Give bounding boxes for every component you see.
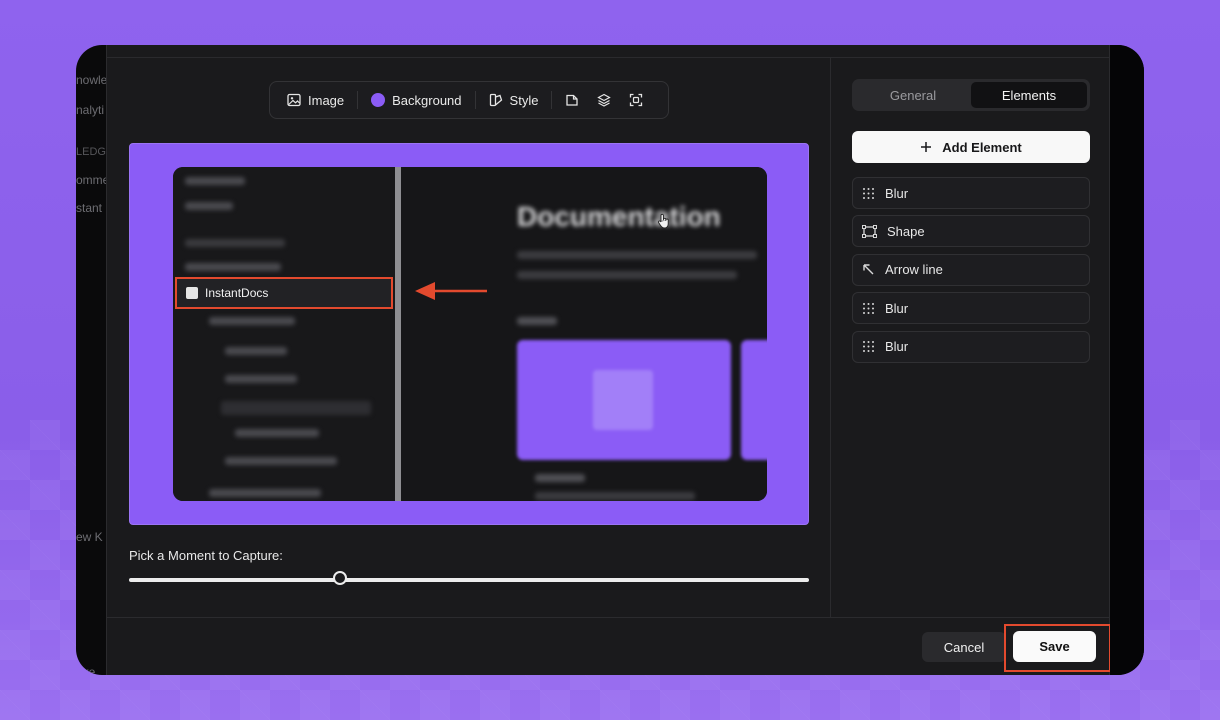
blurred-text [209, 317, 295, 325]
shape-icon [862, 224, 877, 238]
behind-text: omme [76, 173, 108, 187]
add-element-button[interactable]: Add Element [852, 131, 1090, 163]
list-item[interactable]: Shape [852, 215, 1090, 248]
screenshot-preview: InstantDocs Documentation [173, 167, 767, 501]
tab-elements[interactable]: Elements [971, 82, 1087, 108]
tab-general[interactable]: General [855, 82, 971, 108]
highlighted-item-label: InstantDocs [205, 286, 269, 300]
panel-tabs: General Elements [852, 79, 1090, 111]
editor-pane: Image Background Style InstantDocs Docum… [107, 57, 831, 617]
image-button-label: Image [308, 92, 345, 108]
blurred-text [209, 489, 321, 497]
behind-text: nowle [76, 73, 108, 87]
blur-grid-icon [863, 187, 874, 199]
toolbar-separator [551, 91, 553, 109]
element-label: Blur [885, 339, 909, 355]
background-button-label: Background [392, 92, 462, 108]
list-item[interactable]: Blur [852, 330, 1090, 363]
highlighted-sidebar-item: InstantDocs [175, 277, 393, 309]
blurred-text [185, 177, 245, 185]
blurred-text [225, 347, 287, 355]
blurred-text [235, 429, 319, 437]
editor-toolbar: Image Background Style [269, 81, 669, 119]
settings-panel: General Elements Add Element Blur Shape [831, 57, 1111, 617]
element-label: Arrow line [885, 262, 943, 278]
layers-icon [597, 93, 612, 107]
blurred-text [517, 317, 557, 325]
capture-slider-track[interactable] [129, 578, 809, 582]
screenshot-canvas[interactable]: InstantDocs Documentation [129, 143, 809, 525]
blurred-text [225, 457, 337, 465]
footer-divider [107, 617, 1109, 618]
style-button-label: Style [509, 92, 539, 108]
toolbar-separator [474, 91, 476, 109]
element-label: Shape [887, 223, 925, 239]
behind-text: Cre [76, 665, 96, 675]
hand-cursor-icon [658, 213, 669, 229]
capture-moment-label: Pick a Moment to Capture: [129, 548, 283, 563]
preview-doc-title: Documentation [517, 201, 721, 232]
blurred-text [535, 492, 695, 500]
image-button[interactable]: Image [280, 86, 351, 114]
capture-slider-thumb[interactable] [332, 571, 347, 585]
frame-button[interactable] [558, 86, 586, 114]
red-arrow-annotation [415, 282, 487, 300]
style-icon [489, 93, 502, 107]
behind-text: nalyti [76, 103, 105, 117]
focus-frame-icon [630, 93, 643, 107]
blur-grid-icon [863, 302, 874, 314]
elements-list: Blur Shape Arrow line Blur Blur [852, 177, 1090, 369]
behind-text: LEDG [76, 146, 106, 158]
layers-button[interactable] [590, 86, 618, 114]
blurred-text [185, 202, 233, 210]
doc-info-icon [186, 287, 198, 299]
preview-main: Documentation [401, 167, 767, 501]
preview-card [741, 340, 767, 460]
save-button[interactable]: Save [1013, 631, 1096, 662]
blurred-text [225, 375, 297, 383]
blur-grid-icon [863, 341, 874, 353]
arrow-line-icon [863, 264, 874, 275]
edit-screenshot-modal: Image Background Style InstantDocs Docum… [106, 45, 1111, 675]
blurred-text [221, 401, 371, 415]
file-icon [566, 94, 579, 106]
background-color-swatch-icon [371, 93, 386, 107]
blurred-text [185, 263, 281, 271]
background-app-sidebar: nowle nalyti LEDG omme stant ew K Cre [76, 45, 108, 675]
list-item[interactable]: Blur [852, 292, 1090, 325]
preview-card [517, 340, 731, 460]
preview-sidebar: InstantDocs [173, 167, 395, 501]
preview-card-image [593, 370, 653, 430]
image-icon [287, 93, 301, 107]
blurred-text [517, 271, 737, 279]
element-label: Blur [885, 185, 909, 201]
cancel-button[interactable]: Cancel [922, 632, 1006, 662]
element-label: Blur [885, 300, 909, 316]
list-item[interactable]: Arrow line [852, 253, 1090, 286]
add-element-label: Add Element [942, 139, 1022, 155]
list-item[interactable]: Blur [852, 177, 1090, 209]
blurred-text [185, 239, 285, 247]
toolbar-separator [357, 91, 359, 109]
window-right-edge [1110, 45, 1144, 675]
blurred-text [517, 251, 757, 259]
plus-icon [921, 142, 932, 152]
app-window: nowle nalyti LEDG omme stant ew K Cre Im… [76, 45, 1144, 675]
background-button[interactable]: Background [364, 86, 468, 114]
behind-text: ew K [76, 530, 103, 544]
blurred-text [535, 474, 585, 482]
style-button[interactable]: Style [482, 86, 546, 114]
crop-focus-button[interactable] [622, 86, 650, 114]
behind-text: stant [76, 201, 103, 215]
